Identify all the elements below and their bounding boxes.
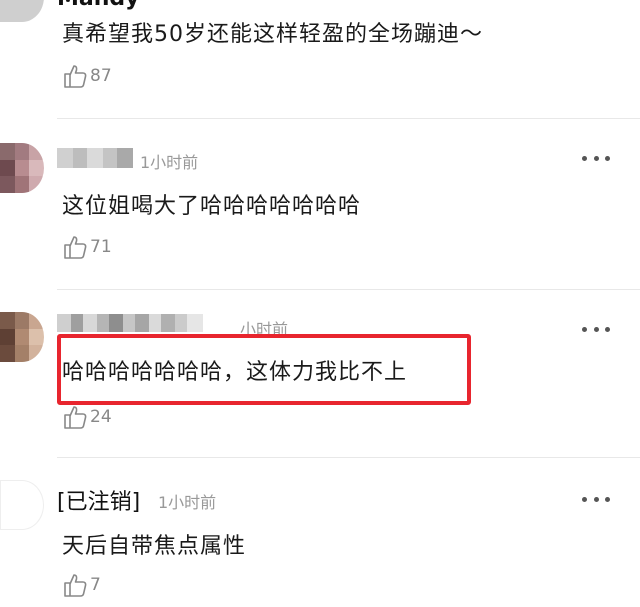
thumbs-up-icon [62, 234, 88, 260]
like-count: 87 [90, 66, 112, 86]
comment-item: Mandy 真希望我50岁还能这样轻盈的全场蹦迪～ 87 [0, 0, 640, 118]
more-dots-icon[interactable] [582, 153, 610, 163]
username-blurred[interactable] [57, 314, 203, 332]
like-button[interactable]: 24 [62, 402, 112, 432]
username[interactable]: Mandy [57, 0, 140, 11]
like-button[interactable]: 71 [62, 232, 112, 262]
comment-item: [已注销] 1小时前 天后自带焦点属性 7 [0, 458, 640, 607]
like-count: 7 [90, 575, 101, 595]
like-count: 24 [90, 407, 112, 427]
like-button[interactable]: 87 [62, 61, 112, 91]
thumbs-up-icon [62, 404, 88, 430]
comment-text: 天后自带焦点属性 [62, 534, 247, 559]
more-dots-icon[interactable] [582, 324, 610, 334]
thumbs-up-icon [62, 572, 88, 598]
comment-time: 1小时前 [158, 493, 217, 512]
comment-item: 1小时前 这位姐喝大了哈哈哈哈哈哈哈 71 [0, 119, 640, 289]
avatar[interactable] [0, 312, 44, 362]
username[interactable]: [已注销] [57, 484, 140, 516]
comment-text: 真希望我50岁还能这样轻盈的全场蹦迪～ [62, 22, 483, 47]
highlight-annotation [57, 334, 471, 405]
more-dots-icon[interactable] [582, 494, 610, 504]
username-blurred[interactable] [57, 148, 133, 168]
like-count: 71 [90, 237, 112, 257]
avatar[interactable] [0, 0, 44, 22]
avatar[interactable] [0, 480, 44, 530]
avatar[interactable] [0, 143, 44, 193]
comment-time: 1小时前 [140, 153, 199, 172]
like-button[interactable]: 7 [62, 570, 101, 600]
comment-text: 这位姐喝大了哈哈哈哈哈哈哈 [62, 194, 362, 219]
thumbs-up-icon [62, 63, 88, 89]
